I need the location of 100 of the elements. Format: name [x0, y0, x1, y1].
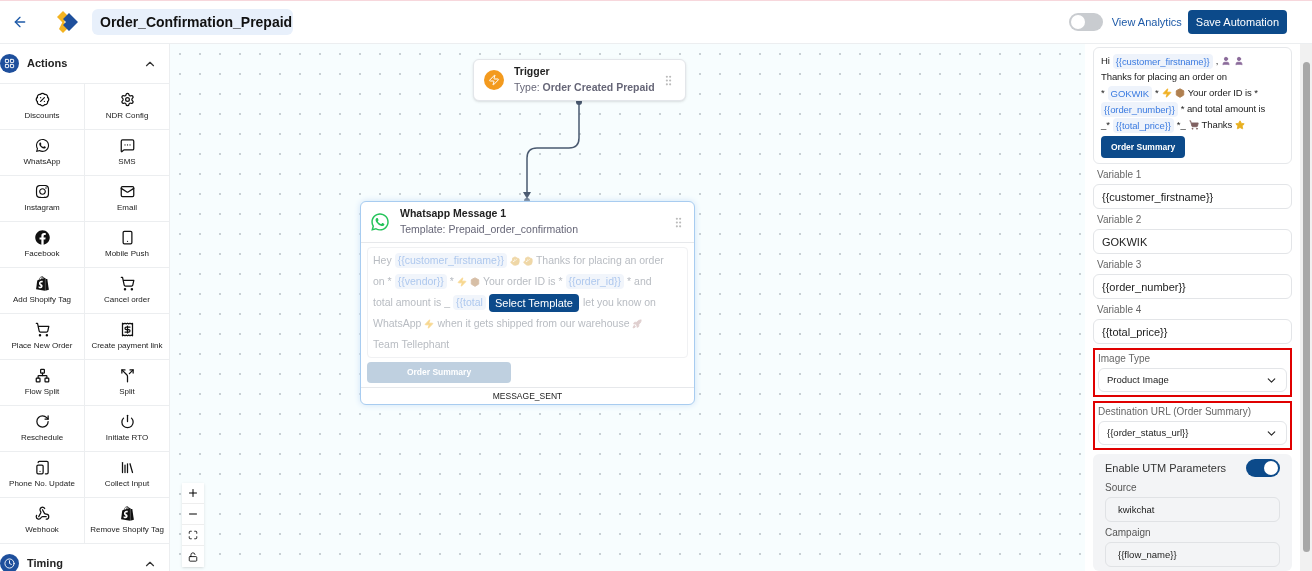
message-text: total amount is _	[373, 295, 451, 310]
action-tile[interactable]: SMS	[85, 130, 169, 175]
emoji-icon	[1188, 120, 1199, 130]
node-title: Whatsapp Message 1	[400, 206, 508, 222]
emoji-icon	[1174, 88, 1185, 98]
message-text: WhatsApp	[373, 316, 422, 331]
chat-bubble-icon	[119, 137, 135, 153]
action-tile[interactable]: Flow Split	[0, 360, 84, 405]
redo-icon	[34, 413, 50, 429]
message-text: Hey	[373, 253, 392, 268]
emoji-icon	[1221, 56, 1232, 66]
field-label: Destination URL (Order Summary)	[1098, 405, 1252, 419]
message-node[interactable]	[360, 201, 695, 405]
action-tile[interactable]: Phone No. Update	[0, 452, 84, 497]
message-text: ,	[1215, 54, 1219, 68]
lightning-icon	[484, 70, 504, 90]
message-text: *	[1101, 86, 1105, 100]
variable-chip: {{total	[453, 295, 486, 310]
message-text: _*	[1101, 118, 1110, 132]
utm-field[interactable]: {{flow_name}}	[1105, 542, 1280, 568]
message-text: Your order ID is *	[482, 274, 563, 289]
action-tile[interactable]: Email	[85, 176, 169, 221]
shopping-bag-icon	[119, 505, 135, 521]
mail-icon	[119, 183, 135, 199]
letter-f-icon	[34, 229, 50, 245]
variable-chip: {{total_price}}	[1112, 117, 1174, 133]
action-tile[interactable]: Discounts	[0, 84, 84, 129]
output-label: MESSAGE_SENT	[492, 389, 563, 403]
field-label: Variable 1	[1096, 168, 1143, 182]
emoji-icon	[456, 276, 467, 287]
action-tile[interactable]: Place New Order	[0, 314, 84, 359]
message-text: let you know on	[583, 295, 656, 310]
variable-field[interactable]: {{order_number}}	[1093, 274, 1292, 300]
emoji-icon	[469, 276, 480, 287]
phone-gear-icon	[34, 459, 50, 475]
toggle-switch[interactable]	[1068, 13, 1103, 31]
action-tile[interactable]: Instagram	[0, 176, 84, 221]
field-label: Variable 4	[1096, 303, 1143, 317]
percent-icon	[34, 91, 50, 107]
cart-icon	[34, 321, 50, 337]
utm-field[interactable]: kwikchat	[1105, 497, 1280, 523]
variable-field[interactable]: {{total_price}}	[1093, 319, 1292, 345]
trigger-node[interactable]: Trigger Type: Order Created Prepaid	[473, 59, 686, 101]
section-title: Timing	[27, 556, 64, 571]
message-text: Team Tellephant	[373, 337, 450, 352]
emoji-icon	[1234, 56, 1245, 66]
message-text: on *	[373, 274, 392, 289]
message-text: Thanks for placing an order on	[1101, 70, 1227, 84]
utm-label: Enable UTM Parameters	[1105, 461, 1228, 477]
toggle-switch[interactable]	[1246, 459, 1280, 478]
node-subtitle: Type: Order Created Prepaid	[514, 80, 656, 95]
cart-icon	[119, 275, 135, 291]
message-text: Thanks for placing an order	[535, 253, 664, 268]
field-label: Variable 2	[1096, 213, 1143, 227]
select-template-button[interactable]: Select Template	[488, 293, 579, 312]
action-tile[interactable]: Remove Shopify Tag	[85, 498, 169, 543]
network-icon	[34, 367, 50, 383]
chat-phone-icon	[34, 137, 50, 153]
action-tile[interactable]: Reschedule	[0, 406, 84, 451]
variable-chip: {{order_number}}	[1101, 101, 1178, 117]
emoji-icon	[1235, 120, 1246, 130]
action-tile[interactable]: NDR Config	[85, 84, 169, 129]
action-tile[interactable]: Add Shopify Tag	[0, 268, 84, 313]
action-tile[interactable]: Cancel order	[85, 268, 169, 313]
node-title: Trigger	[514, 64, 551, 80]
message-text: when it gets shipped from our warehouse	[437, 316, 630, 331]
books-icon	[119, 459, 135, 475]
field-label: Image Type	[1098, 352, 1152, 366]
action-tile[interactable]: WhatsApp	[0, 130, 84, 175]
select-field[interactable]: {{order_status_url}}	[1098, 421, 1287, 446]
action-tile[interactable]: Facebook	[0, 222, 84, 267]
action-tile[interactable]: Webhook	[0, 498, 84, 543]
emoji-icon	[424, 318, 435, 329]
order-summary-button[interactable]: Order Summary	[1101, 136, 1186, 159]
receipt-icon	[119, 321, 135, 337]
message-text: * and total amount is	[1180, 102, 1266, 116]
message-text: Thanks	[1201, 118, 1233, 132]
scrollbar[interactable]	[1300, 44, 1312, 571]
plus-icon	[187, 487, 199, 499]
action-tile[interactable]: Mobile Push	[85, 222, 169, 267]
save-automation-button[interactable]: Save Automation	[1187, 10, 1287, 34]
action-tile[interactable]: Initiate RTO	[85, 406, 169, 451]
automation-name-field[interactable]: Order_Confirmation_Prepaid	[92, 9, 293, 35]
message-text: Hi	[1101, 54, 1110, 68]
variable-field[interactable]: {{customer_firstname}}	[1093, 184, 1292, 210]
variable-chip: {{vendor}}	[394, 274, 447, 289]
message-text: *	[1155, 86, 1159, 100]
shopping-bag-icon	[34, 275, 50, 291]
select-field[interactable]: Product Image	[1098, 368, 1287, 393]
message-text: * and	[627, 274, 652, 289]
emoji-icon	[632, 318, 643, 329]
field-label: Campaign	[1105, 526, 1152, 540]
variable-field[interactable]: GOKWIK	[1093, 229, 1292, 255]
action-tile[interactable]: Split	[85, 360, 169, 405]
field-label: Variable 3	[1096, 258, 1143, 272]
action-tile[interactable]: Create payment link	[85, 314, 169, 359]
view-analytics-link[interactable]: View Analytics	[1111, 13, 1182, 31]
emoji-icon	[509, 255, 520, 266]
message-text: Your order ID is *	[1187, 86, 1258, 100]
action-tile[interactable]: Collect Input	[85, 452, 169, 497]
